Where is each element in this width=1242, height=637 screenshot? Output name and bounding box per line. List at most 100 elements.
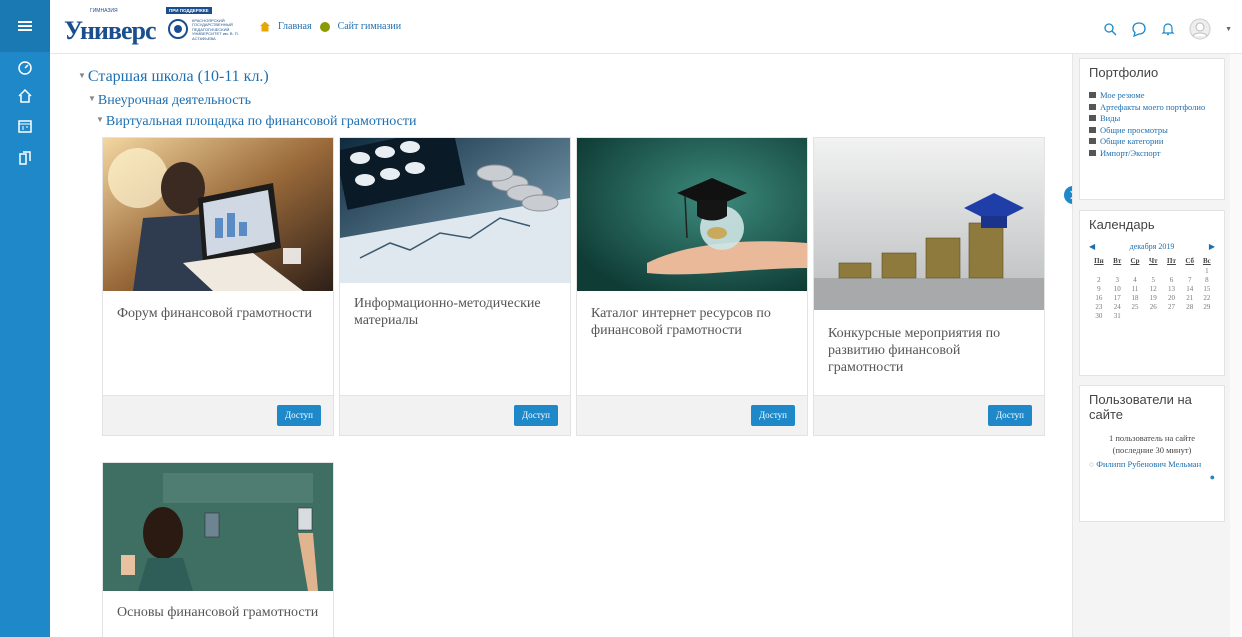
online-users-block: Пользователи на сайте 1 пользователь на … [1079, 385, 1225, 522]
left-nav-rail [0, 0, 50, 637]
card-footer: Доступ [577, 395, 807, 435]
access-button[interactable]: Доступ [751, 405, 795, 426]
notifications-icon[interactable] [1161, 22, 1175, 36]
right-drawer: Портфолио Мое резюме Артефакты моего пор… [1072, 54, 1230, 637]
calendar-day[interactable]: 15 [1199, 285, 1215, 294]
calendar-day[interactable]: 12 [1144, 285, 1162, 294]
messages-icon[interactable] [1131, 21, 1147, 37]
tree-level-3[interactable]: ▼ Виртуальная площадка по финансовой грам… [96, 114, 416, 130]
resume-icon [1089, 92, 1096, 98]
calendar-day[interactable]: 11 [1126, 285, 1145, 294]
portfolio-link[interactable]: Артефакты моего портфолио [1089, 102, 1215, 114]
access-button[interactable]: Доступ [514, 405, 558, 426]
menu-toggle-button[interactable] [0, 0, 50, 52]
calendar-day[interactable]: 19 [1144, 294, 1162, 303]
portfolio-link[interactable]: Мое резюме [1089, 90, 1215, 102]
course-card[interactable]: Каталог интернет ресурсов по финансовой … [576, 137, 808, 436]
calendar-day[interactable]: 29 [1199, 303, 1215, 312]
user-avatar-icon[interactable] [1189, 18, 1211, 40]
calendar-icon[interactable] [17, 118, 33, 134]
calendar-day[interactable]: 14 [1181, 285, 1199, 294]
block-title: Пользователи на сайте [1089, 392, 1192, 422]
calendar-day[interactable]: 30 [1089, 312, 1109, 321]
calendar-day[interactable]: 22 [1199, 294, 1215, 303]
course-card[interactable]: Информационно-методические материалы Дос… [339, 137, 571, 436]
logo-org-name: КРАСНОЯРСКИЙ ГОСУДАРСТВЕННЫЙ ПЕДАГОГИЧЕС… [192, 18, 239, 41]
calendar-day[interactable]: 6 [1162, 276, 1181, 285]
course-card[interactable]: Конкурсные мероприятия по развитию финан… [813, 137, 1045, 436]
calendar-day[interactable]: 27 [1162, 303, 1181, 312]
calendar-day[interactable]: 21 [1181, 294, 1199, 303]
calendar-day [1162, 312, 1181, 321]
nav-site-link[interactable]: Сайт гимназии [338, 21, 402, 32]
calendar-day[interactable]: 25 [1126, 303, 1145, 312]
school-site-icon [319, 21, 330, 32]
calendar-day [1144, 267, 1162, 276]
access-button[interactable]: Доступ [277, 405, 321, 426]
course-image-coin-stacks [814, 138, 1044, 310]
calendar-day[interactable]: 4 [1126, 276, 1145, 285]
calendar-day[interactable]: 7 [1181, 276, 1199, 285]
card-footer: Доступ [814, 395, 1044, 435]
calendar-day[interactable]: 16 [1089, 294, 1109, 303]
dashboard-icon[interactable] [17, 60, 33, 76]
tree-level-3-label: Виртуальная площадка по финансовой грамо… [105, 114, 417, 129]
calendar-day[interactable]: 2 [1089, 276, 1109, 285]
portfolio-link[interactable]: Общие просмотры [1089, 125, 1215, 137]
header-nav: Главная Сайт гимназии [260, 21, 401, 32]
calendar-day[interactable]: 31 [1109, 312, 1126, 321]
calendar-month[interactable]: декабря 2019 [1130, 242, 1175, 251]
user-menu-caret-icon[interactable]: ▼ [1225, 25, 1232, 33]
course-title[interactable]: Основы финансовой грамотности [117, 604, 322, 621]
calendar-day[interactable]: 13 [1162, 285, 1181, 294]
calendar-grid: Пн Вт Ср Чт Пт Сб Вс 1 2 3 4 5 6 7 8 9 10 11 12 13 14 15 16 17… [1089, 257, 1215, 321]
calendar-day[interactable]: 8 [1199, 276, 1215, 285]
calendar-day[interactable]: 9 [1089, 285, 1109, 294]
show-users-eye-icon[interactable]: ● [1089, 472, 1215, 482]
header-actions: ▼ [1103, 18, 1232, 40]
portfolio-link[interactable]: Общие категории [1089, 136, 1215, 148]
course-card[interactable]: Форум финансовой грамотности Доступ [102, 137, 334, 436]
school-logo[interactable]: ГИМНАЗИЯ Универс ПРИ ПОДДЕРЖКЕ КРАСНОЯРС… [62, 6, 242, 45]
search-icon[interactable] [1103, 22, 1117, 36]
page-scrollbar[interactable] [1230, 54, 1242, 637]
calendar-day[interactable]: 10 [1109, 285, 1126, 294]
course-title[interactable]: Форум финансовой грамотности [117, 305, 322, 322]
expand-caret-icon: ▼ [78, 71, 86, 80]
calendar-day[interactable]: 18 [1126, 294, 1145, 303]
calendar-day [1199, 312, 1215, 321]
calendar-day[interactable]: 5 [1144, 276, 1162, 285]
calendar-day[interactable]: 23 [1089, 303, 1109, 312]
weekday-header: Ср [1130, 257, 1140, 265]
course-card[interactable]: Основы финансовой грамотности [102, 462, 334, 637]
online-user-link[interactable]: ○ Филипп Рубенович Мельман [1089, 458, 1215, 470]
card-footer: Доступ [103, 395, 333, 435]
views-icon [1089, 115, 1096, 121]
calendar-day[interactable]: 28 [1181, 303, 1199, 312]
access-button[interactable]: Доступ [988, 405, 1032, 426]
calendar-day[interactable]: 24 [1109, 303, 1126, 312]
portfolio-link[interactable]: Импорт/Экспорт [1089, 148, 1215, 160]
weekday-header: Сб [1185, 257, 1195, 265]
course-title[interactable]: Информационно-методические материалы [354, 295, 559, 329]
next-month-icon[interactable]: ▶ [1209, 242, 1215, 251]
top-navbar: ГИМНАЗИЯ Универс ПРИ ПОДДЕРЖКЕ КРАСНОЯРС… [50, 0, 1242, 54]
logo-support-tag: ПРИ ПОДДЕРЖКЕ [166, 7, 212, 14]
calendar-day[interactable]: 26 [1144, 303, 1162, 312]
portfolio-link[interactable]: Виды [1089, 113, 1215, 125]
home-icon[interactable] [17, 88, 33, 104]
calendar-day[interactable]: 20 [1162, 294, 1181, 303]
prev-month-icon[interactable]: ◀ [1089, 242, 1095, 251]
calendar-day[interactable]: 3 [1109, 276, 1126, 285]
course-title[interactable]: Конкурсные мероприятия по развитию финан… [828, 325, 1033, 376]
course-image-calculator [340, 138, 570, 283]
calendar-day[interactable]: 17 [1109, 294, 1126, 303]
tree-level-2[interactable]: ▼ Внеурочная деятельность [88, 93, 251, 109]
calendar-day[interactable]: 1 [1199, 267, 1215, 276]
files-icon[interactable] [17, 150, 33, 166]
nav-home-link[interactable]: Главная [278, 21, 312, 32]
calendar-day [1181, 312, 1199, 321]
tree-level-1[interactable]: ▼ Старшая школа (10-11 кл.) [78, 68, 269, 86]
card-footer: Доступ [340, 395, 570, 435]
course-title[interactable]: Каталог интернет ресурсов по финансовой … [591, 305, 796, 339]
